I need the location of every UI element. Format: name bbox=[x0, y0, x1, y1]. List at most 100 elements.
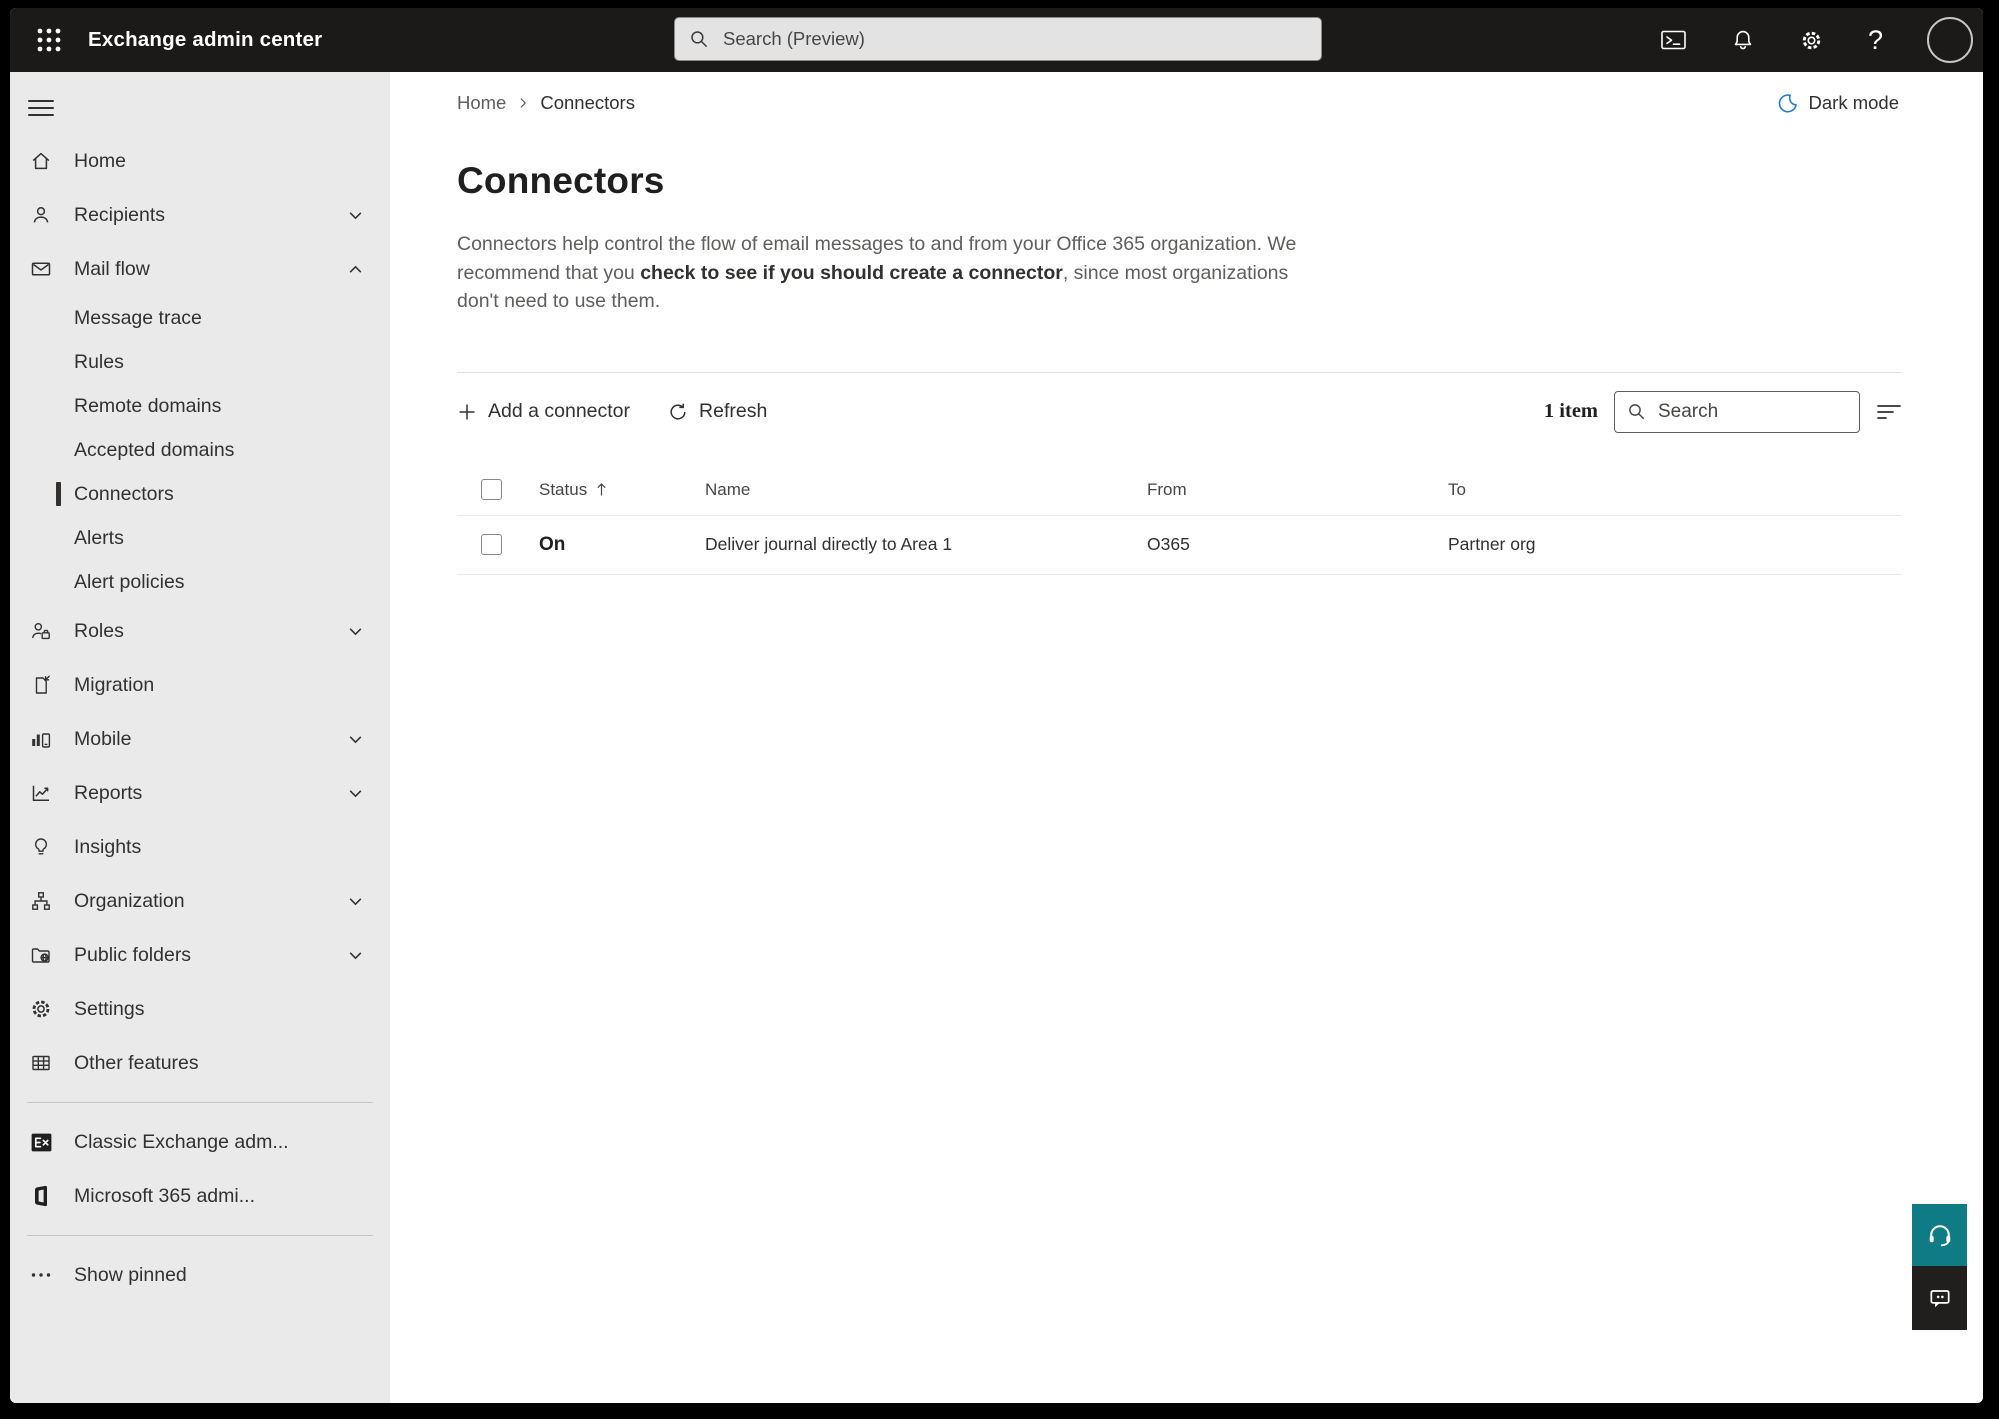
help-icon[interactable]: ? bbox=[1868, 26, 1883, 54]
cell-status: On bbox=[539, 533, 566, 555]
select-all-checkbox[interactable] bbox=[481, 479, 502, 500]
sidebar-item-mobile[interactable]: Mobile bbox=[10, 712, 390, 766]
app-launcher-icon[interactable] bbox=[36, 27, 62, 53]
item-count: 1 item bbox=[1543, 400, 1598, 422]
top-bar: Exchange admin center Search (Preview) ? bbox=[10, 8, 1983, 72]
chevron-down-icon bbox=[347, 785, 364, 802]
breadcrumb: Home Connectors bbox=[457, 92, 635, 114]
filter-sort-icon[interactable] bbox=[1876, 401, 1902, 423]
chevron-up-icon bbox=[347, 261, 364, 278]
list-search-input[interactable] bbox=[1656, 399, 1847, 424]
chevron-down-icon bbox=[347, 207, 364, 224]
sidebar-item-mail-flow[interactable]: Mail flow bbox=[10, 242, 390, 296]
sidebar-item-rules[interactable]: Rules bbox=[10, 340, 390, 384]
add-connector-button[interactable]: Add a connector bbox=[457, 400, 630, 423]
sidebar-item-home[interactable]: Home bbox=[10, 134, 390, 188]
sidebar-item-migration[interactable]: Migration bbox=[10, 658, 390, 712]
breadcrumb-home[interactable]: Home bbox=[457, 92, 506, 114]
sidebar-item-reports[interactable]: Reports bbox=[10, 766, 390, 820]
folder-globe-icon bbox=[28, 943, 54, 967]
row-checkbox[interactable] bbox=[481, 534, 502, 555]
global-search-input[interactable] bbox=[721, 27, 1307, 51]
sidebar-item-alert-policies[interactable]: Alert policies bbox=[10, 560, 390, 604]
breadcrumb-current: Connectors bbox=[540, 92, 635, 113]
app-title: Exchange admin center bbox=[88, 28, 323, 51]
chevron-down-icon bbox=[347, 731, 364, 748]
sidebar-item-settings[interactable]: Settings bbox=[10, 982, 390, 1036]
sidebar-item-public-folders[interactable]: Public folders bbox=[10, 928, 390, 982]
sidebar-item-connectors[interactable]: Connectors bbox=[10, 472, 390, 516]
chevron-down-icon bbox=[347, 623, 364, 640]
sidebar-item-roles[interactable]: Roles bbox=[10, 604, 390, 658]
account-avatar[interactable] bbox=[1927, 17, 1973, 63]
document-arrow-icon bbox=[28, 673, 54, 697]
cloud-shell-icon[interactable] bbox=[1660, 28, 1687, 52]
org-chart-icon bbox=[28, 889, 54, 913]
table-row[interactable]: On Deliver journal directly to Area 1 O3… bbox=[457, 514, 1902, 575]
column-header-from[interactable]: From bbox=[1147, 480, 1448, 500]
search-icon bbox=[691, 31, 708, 48]
plus-icon bbox=[459, 404, 475, 419]
dark-mode-toggle[interactable]: Dark mode bbox=[1776, 92, 1899, 115]
topbar-left: Exchange admin center bbox=[10, 27, 322, 53]
refresh-button[interactable]: Refresh bbox=[668, 400, 767, 423]
search-icon bbox=[1629, 404, 1645, 420]
left-nav: Home Recipients Mail flow Message trace … bbox=[10, 72, 390, 1403]
home-icon bbox=[28, 149, 54, 173]
grid-table-icon bbox=[28, 1051, 54, 1075]
page-description: Connectors help control the flow of emai… bbox=[457, 230, 1319, 316]
nav-divider bbox=[27, 1102, 373, 1103]
mail-icon bbox=[28, 257, 54, 281]
connectors-table: Status Name From To On Deliver journal d… bbox=[457, 465, 1902, 575]
list-search-box[interactable] bbox=[1614, 390, 1860, 433]
person-icon bbox=[28, 203, 54, 227]
chevron-down-icon bbox=[347, 893, 364, 910]
line-chart-icon bbox=[28, 781, 54, 805]
main-content: Home Connectors Dark mode Connectors Con… bbox=[390, 72, 1983, 1403]
cell-name[interactable]: Deliver journal directly to Area 1 bbox=[705, 534, 1147, 555]
table-header-row: Status Name From To bbox=[457, 465, 1902, 515]
global-search-box[interactable] bbox=[674, 17, 1322, 61]
sidebar-item-organization[interactable]: Organization bbox=[10, 874, 390, 928]
nav-divider bbox=[27, 1235, 373, 1236]
ellipsis-icon bbox=[28, 1263, 54, 1287]
settings-gear-icon[interactable] bbox=[1799, 28, 1824, 53]
nav-list: Home Recipients Mail flow Message trace … bbox=[10, 134, 390, 1302]
headset-icon bbox=[1929, 1225, 1950, 1247]
refresh-icon bbox=[670, 403, 686, 420]
sidebar-item-other-features[interactable]: Other features bbox=[10, 1036, 390, 1090]
column-header-to[interactable]: To bbox=[1448, 480, 1902, 500]
notifications-bell-icon[interactable] bbox=[1731, 28, 1755, 52]
column-header-status[interactable]: Status bbox=[539, 480, 587, 500]
feedback-button[interactable] bbox=[1912, 1266, 1967, 1330]
section-divider bbox=[457, 371, 1902, 373]
gear-icon bbox=[28, 997, 54, 1021]
sidebar-item-accepted-domains[interactable]: Accepted domains bbox=[10, 428, 390, 472]
sidebar-item-remote-domains[interactable]: Remote domains bbox=[10, 384, 390, 428]
microsoft-365-logo-icon bbox=[28, 1184, 54, 1208]
sidebar-item-alerts[interactable]: Alerts bbox=[10, 516, 390, 560]
waffle-grid-icon bbox=[37, 28, 61, 52]
chart-phone-icon bbox=[28, 727, 54, 751]
description-link[interactable]: check to see if you should create a conn… bbox=[640, 262, 1063, 284]
list-toolbar: Add a connector Refresh 1 item bbox=[457, 383, 1902, 441]
exchange-logo-icon bbox=[28, 1130, 54, 1155]
hamburger-menu-icon[interactable] bbox=[28, 88, 68, 128]
sidebar-item-recipients[interactable]: Recipients bbox=[10, 188, 390, 242]
chevron-right-icon bbox=[520, 98, 527, 108]
sidebar-item-classic-exchange-admin[interactable]: Classic Exchange adm... bbox=[10, 1115, 390, 1169]
sidebar-item-show-pinned[interactable]: Show pinned bbox=[10, 1248, 390, 1302]
sidebar-item-message-trace[interactable]: Message trace bbox=[10, 296, 390, 340]
cell-from: O365 bbox=[1147, 534, 1190, 554]
sidebar-item-microsoft-365-admin[interactable]: Microsoft 365 admi... bbox=[10, 1169, 390, 1223]
lightbulb-icon bbox=[28, 835, 54, 859]
column-header-name[interactable]: Name bbox=[705, 480, 1147, 500]
moon-icon bbox=[1778, 93, 1797, 113]
cell-to: Partner org bbox=[1448, 534, 1536, 554]
chevron-down-icon bbox=[347, 947, 364, 964]
dark-mode-label: Dark mode bbox=[1808, 92, 1899, 113]
topbar-actions: ? bbox=[1660, 17, 1983, 63]
sidebar-item-insights[interactable]: Insights bbox=[10, 820, 390, 874]
support-button[interactable] bbox=[1912, 1204, 1967, 1266]
floating-buttons bbox=[1912, 1204, 1967, 1330]
